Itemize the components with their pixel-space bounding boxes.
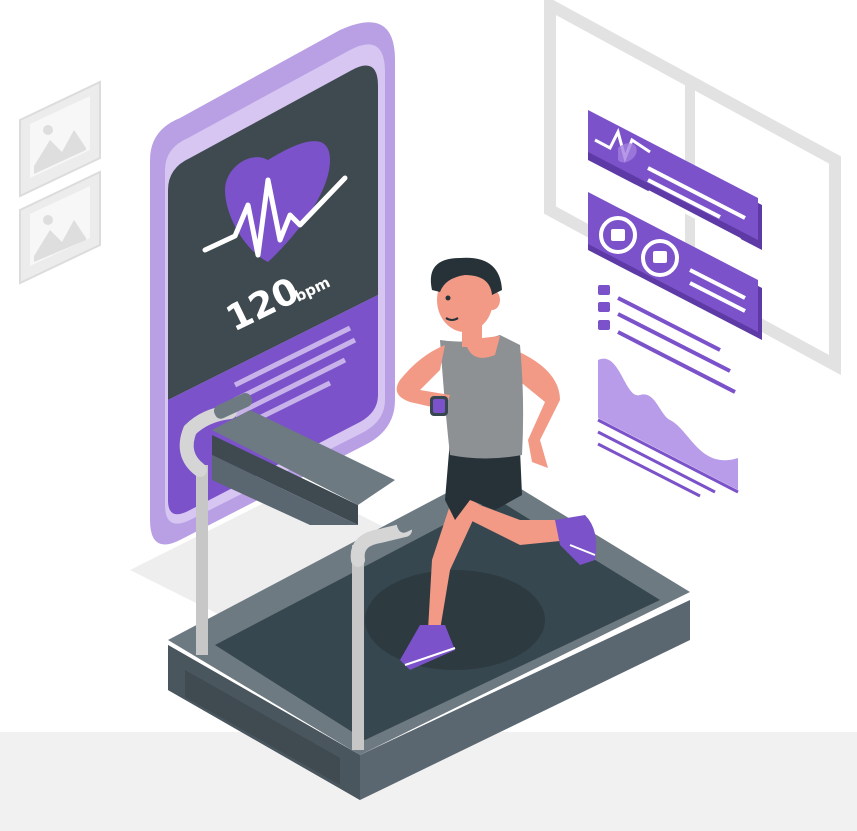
illustration-canvas: 120 bpm xyxy=(19,0,841,800)
fitness-illustration: 120 bpm xyxy=(0,0,857,831)
area-chart-graphic xyxy=(597,358,739,498)
smartwatch-icon xyxy=(430,396,448,416)
